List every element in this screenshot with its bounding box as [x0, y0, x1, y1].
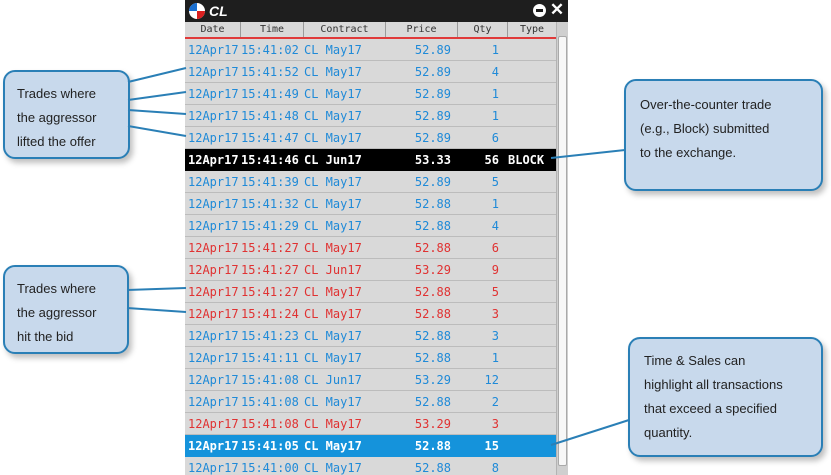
pointer-line: [127, 109, 187, 115]
pointer-line: [550, 149, 626, 159]
pointer-line: [127, 67, 187, 83]
pointer-line: [126, 307, 187, 313]
pointer-line: [127, 91, 187, 101]
pointer-line: [127, 125, 187, 137]
pointer-line: [550, 419, 630, 446]
callout-pointers: [126, 67, 630, 446]
pointer-line: [126, 287, 187, 291]
